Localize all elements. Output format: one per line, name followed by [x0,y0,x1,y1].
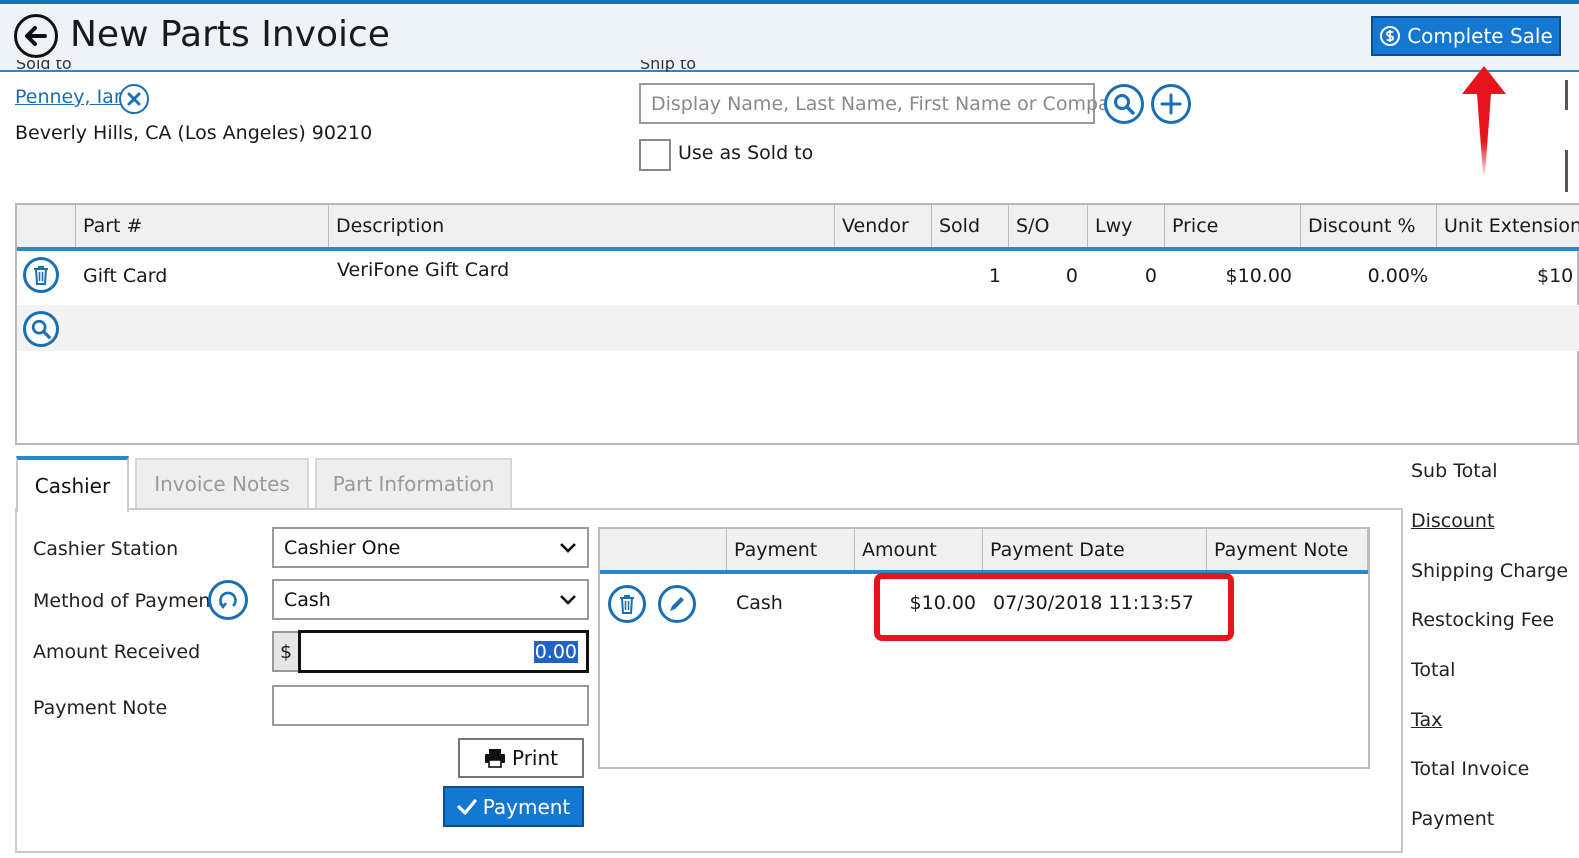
tab-invoice-notes[interactable]: Invoice Notes [135,458,309,510]
currency-symbol: $ [279,640,293,663]
printer-icon [484,749,505,768]
cashier-station-label: Cashier Station [33,538,179,560]
parts-grid-header: Part # Description Vendor Sold S/O Lwy P… [17,205,1579,251]
close-icon [127,92,141,106]
amount-received-value: 0.00 [533,640,578,663]
red-highlight-annotation [874,573,1234,641]
dollar-circle-icon [1380,26,1401,46]
search-part-button[interactable] [23,311,59,347]
discount-cell: 0.00% [1367,265,1428,287]
part-number-cell: Gift Card [83,265,168,287]
column-header-vendor[interactable]: Vendor [834,205,931,247]
lwy-cell: 0 [1144,265,1157,287]
payments-grid-header: Payment Amount Payment Date Payment Note [600,529,1368,574]
ship-to-search-button[interactable] [1104,84,1144,124]
customer-name-link[interactable]: Penney, Ian [15,86,126,108]
payment-method-cell: Cash [736,592,783,614]
column-header-payment-date[interactable]: Payment Date [982,529,1206,570]
tax-link[interactable]: Tax [1411,709,1442,731]
column-header-payment[interactable]: Payment [726,529,854,570]
chevron-down-icon [560,542,576,553]
method-of-payment-value: Cash [284,588,331,611]
column-header-sold[interactable]: Sold [931,205,1008,247]
tab-cashier-label: Cashier [34,474,111,498]
chevron-down-icon [560,594,576,605]
unit-extension-cell: $10 [1537,265,1574,287]
refresh-icon [219,591,237,609]
column-header-amount[interactable]: Amount [854,529,982,570]
trash-icon [34,266,48,285]
shipping-charge-label: Shipping Charge [1411,560,1569,582]
use-as-sold-to-checkbox[interactable] [639,139,671,171]
back-button[interactable] [14,14,58,58]
payment-button[interactable]: Payment [443,786,584,827]
method-of-payment-select[interactable]: Cash [272,579,589,620]
column-header-payment-note[interactable]: Payment Note [1206,529,1368,570]
amount-received-label: Amount Received [33,641,201,663]
ship-to-add-button[interactable] [1151,84,1191,124]
column-header-so[interactable]: S/O [1008,205,1087,247]
red-arrow-annotation [1462,66,1506,174]
ship-to-label: Ship to [640,60,697,72]
arrow-left-icon [25,26,47,46]
price-cell: $10.00 [1225,265,1292,287]
tab-part-information-label: Part Information [332,472,495,496]
print-label: Print [511,746,558,770]
tab-part-information[interactable]: Part Information [315,458,512,510]
tab-cashier[interactable]: Cashier [16,456,129,512]
payment-note-input[interactable] [272,685,589,726]
ship-to-search-input[interactable]: Display Name, Last Name, First Name or C… [639,83,1133,124]
search-icon [1114,94,1135,115]
column-header-price[interactable]: Price [1164,205,1300,247]
cashier-station-select[interactable]: Cashier One [272,527,589,568]
delete-part-button[interactable] [23,257,59,293]
column-header-description[interactable]: Description [328,205,834,247]
trash-icon [620,595,634,614]
restocking-fee-label: Restocking Fee [1411,609,1555,631]
complete-sale-label: Complete Sale [1407,24,1553,48]
clear-customer-button[interactable] [119,84,149,114]
sold-to-label: Sold to [16,60,72,72]
cashier-station-value: Cashier One [284,536,401,559]
column-header-part-number[interactable]: Part # [75,205,328,247]
discount-link[interactable]: Discount [1411,510,1494,532]
ship-to-search-placeholder: Display Name, Last Name, First Name or C… [651,92,1133,115]
edge-fragment [1565,150,1568,192]
complete-sale-button[interactable]: Complete Sale [1371,16,1561,56]
payment-note-label: Payment Note [33,697,168,719]
sold-cell: 1 [988,265,1001,287]
tab-invoice-notes-label: Invoice Notes [154,472,290,496]
payment-total-label: Payment [1411,808,1495,830]
refresh-payment-method-button[interactable] [208,580,248,620]
total-label: Total [1411,659,1456,681]
pencil-icon [670,597,684,611]
print-button[interactable]: Print [458,738,584,778]
description-cell: VeriFone Gift Card [337,259,510,281]
so-cell: 0 [1065,265,1078,287]
column-header-unit-extension[interactable]: Unit Extension [1436,205,1579,247]
currency-prefix: $ [272,631,300,672]
use-as-sold-to-label: Use as Sold to [678,142,814,164]
column-header-discount[interactable]: Discount % [1300,205,1436,247]
edge-fragment [1565,80,1568,110]
page-title: New Parts Invoice [70,14,390,55]
customer-address: Beverly Hills, CA (Los Angeles) 90210 [15,122,373,144]
total-invoice-label: Total Invoice [1411,758,1530,780]
search-icon [31,319,51,339]
amount-received-input[interactable]: 0.00 [298,630,589,673]
edit-payment-button[interactable] [658,585,696,623]
new-part-row[interactable] [17,305,1579,351]
method-of-payment-label: Method of Payment [33,590,218,612]
column-header-lwy[interactable]: Lwy [1087,205,1164,247]
sub-total-label: Sub Total [1411,460,1498,482]
checkmark-icon [457,798,477,815]
payment-button-label: Payment [482,794,571,819]
delete-payment-button[interactable] [608,585,646,623]
plus-icon [1160,93,1182,115]
table-row[interactable]: Gift Card VeriFone Gift Card 1 0 0 $10.0… [17,251,1579,305]
